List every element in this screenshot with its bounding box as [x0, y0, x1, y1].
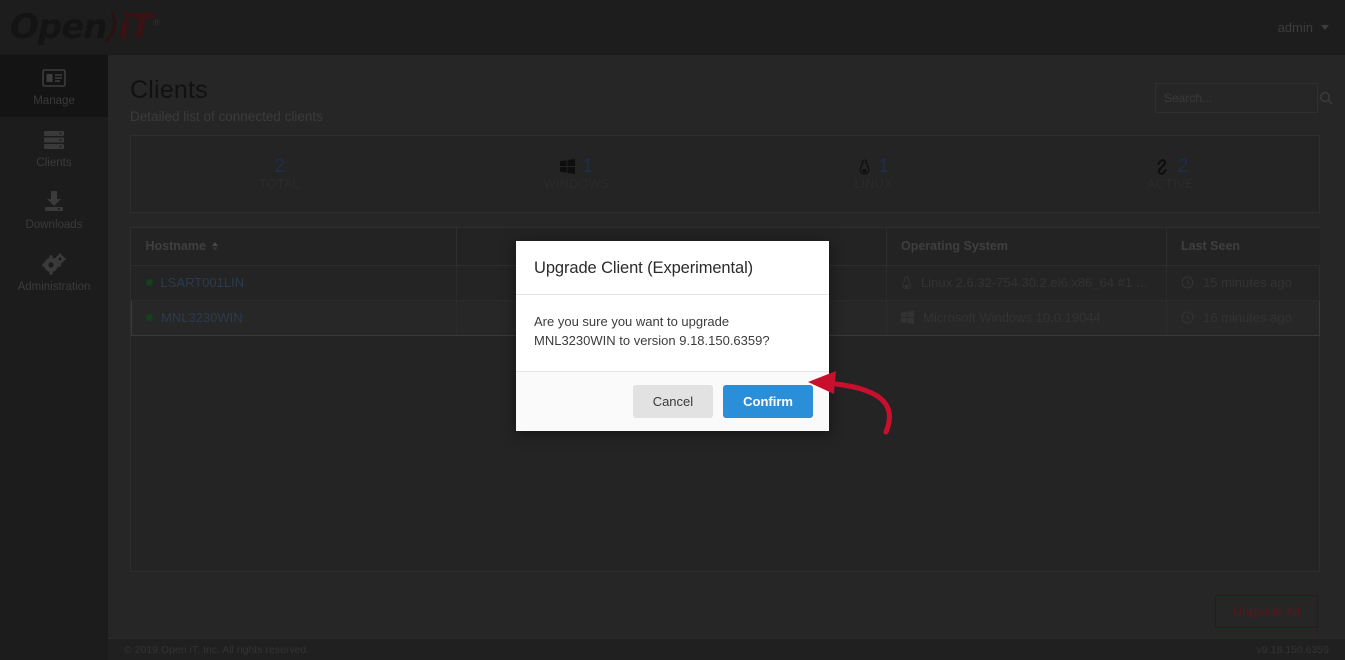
sidebar-item-downloads[interactable]: Downloads: [0, 179, 108, 241]
sidebar-item-label: Clients: [36, 156, 72, 169]
cell-operating-system: Linux 2.6.32-754.30.2.el6.x86_64 #1 SMP…: [886, 265, 1167, 301]
cancel-button[interactable]: Cancel: [632, 384, 714, 418]
clock-icon: [1181, 276, 1194, 289]
search-box[interactable]: [1155, 83, 1333, 113]
host-cell: MNL3230WIN: [146, 310, 442, 325]
cell-hostname[interactable]: LSART001LIN: [131, 265, 457, 301]
cell-hostname[interactable]: MNL3230WIN: [131, 299, 457, 336]
sort-arrows-icon[interactable]: [211, 242, 218, 252]
stat-label: ACTIVE: [1147, 177, 1194, 191]
stat-value-row: 2: [1153, 156, 1189, 177]
stats-summary-card: 2 TOTAL 1 WINDOWS 1 LINUX 2 ACTIVE: [130, 135, 1320, 213]
stat-windows: 1 WINDOWS: [428, 136, 725, 212]
cell-last-seen: 15 minutes ago: [1166, 265, 1320, 301]
openit-logo[interactable]: Open)iT®: [10, 6, 162, 48]
column-header-operating-system[interactable]: Operating System: [886, 228, 1167, 266]
footer-copyright: © 2019 Open iT, Inc. All rights reserved…: [124, 643, 310, 656]
page-subtitle: Detailed list of connected clients: [130, 108, 323, 124]
last-seen-text: 16 minutes ago: [1203, 310, 1292, 325]
upgrade-client-dialog: Upgrade Client (Experimental) Are you su…: [516, 241, 829, 431]
host-cell: LSART001LIN: [145, 275, 443, 290]
search-input[interactable]: [1164, 91, 1319, 105]
logo-registered-mark: ®: [151, 17, 162, 29]
dialog-header: Upgrade Client (Experimental): [516, 241, 829, 295]
server-stack-icon: [41, 128, 67, 152]
column-label: Operating System: [901, 239, 1008, 254]
cell-last-seen: 16 minutes ago: [1166, 299, 1320, 336]
dialog-message: Are you sure you want to upgrade MNL3230…: [534, 314, 770, 348]
column-header-last-seen[interactable]: Last Seen: [1166, 228, 1320, 266]
dialog-title: Upgrade Client (Experimental): [534, 259, 754, 277]
id-card-icon: [41, 66, 67, 90]
windows-icon: [560, 159, 576, 174]
logo-text: Open)iT®: [10, 7, 162, 47]
os-cell: Microsoft Windows 10.0.19044: [901, 310, 1152, 325]
dialog-footer: Cancel Confirm: [516, 370, 829, 431]
stat-label: WINDOWS: [543, 177, 610, 191]
top-bar: Open)iT® admin: [0, 0, 1345, 55]
logo-it: iT: [118, 7, 153, 47]
sidebar-item-manage[interactable]: Manage: [0, 55, 108, 117]
clock-icon: [1181, 311, 1194, 324]
stat-value: 1: [582, 156, 593, 177]
status-online-dot-icon: [146, 314, 153, 321]
upgrade-all-button[interactable]: Upgrade All: [1214, 595, 1318, 628]
hostname-link[interactable]: MNL3230WIN: [161, 310, 243, 325]
download-icon: [41, 190, 67, 214]
os-text: Microsoft Windows 10.0.19044: [923, 310, 1101, 325]
user-menu-label: admin: [1277, 20, 1313, 35]
os-text: Linux 2.6.32-754.30.2.el6.x86_64 #1 SMP…: [921, 275, 1152, 290]
footer-bar: © 2019 Open iT, Inc. All rights reserved…: [108, 638, 1345, 660]
logo-paren: ): [106, 7, 120, 47]
user-menu[interactable]: admin: [1278, 0, 1329, 55]
status-online-dot-icon: [145, 279, 153, 286]
stat-value-row: 1: [560, 157, 593, 176]
stat-label: TOTAL: [259, 177, 300, 191]
sidebar-item-clients[interactable]: Clients: [0, 117, 108, 179]
stat-value: 1: [878, 156, 889, 177]
gears-icon: [41, 252, 67, 276]
stat-linux: 1 LINUX: [725, 136, 1022, 212]
stat-active: 2 ACTIVE: [1022, 136, 1319, 212]
stat-label: LINUX: [854, 177, 893, 191]
column-label: Hostname: [145, 239, 206, 254]
stat-value-row: 2: [274, 157, 285, 176]
sidebar: Manage Clients Downloads Administration: [0, 55, 108, 660]
last-seen-text: 15 minutes ago: [1203, 275, 1292, 290]
linux-penguin-icon: [858, 158, 871, 175]
hostname-link[interactable]: LSART001LIN: [161, 275, 245, 290]
logo-open: Open: [10, 7, 108, 47]
os-cell: Linux 2.6.32-754.30.2.el6.x86_64 #1 SMP…: [901, 275, 1152, 290]
linux-penguin-icon: [901, 276, 912, 290]
column-label: Last Seen: [1181, 239, 1241, 254]
sidebar-item-administration[interactable]: Administration: [0, 241, 108, 303]
sidebar-item-label: Manage: [33, 94, 75, 107]
cell-operating-system: Microsoft Windows 10.0.19044: [886, 299, 1167, 336]
stat-total: 2 TOTAL: [131, 136, 428, 212]
chevron-down-icon: [1321, 25, 1329, 30]
last-seen-cell: 15 minutes ago: [1181, 275, 1306, 290]
confirm-button[interactable]: Confirm: [723, 384, 813, 418]
sidebar-item-label: Downloads: [25, 218, 83, 231]
search-icon[interactable]: [1319, 91, 1333, 105]
windows-icon: [901, 311, 914, 324]
sidebar-item-label: Administration: [17, 280, 91, 293]
link-chain-icon: [1153, 158, 1171, 175]
app-window: Open)iT® admin Manage Clients Downloads …: [0, 0, 1345, 660]
column-header-hostname[interactable]: Hostname: [131, 228, 457, 266]
page-header: Clients Detailed list of connected clien…: [130, 76, 323, 124]
page-title: Clients: [130, 76, 208, 104]
footer-version: v9.18.150.6359: [1256, 643, 1329, 656]
stat-value: 2: [1177, 156, 1189, 177]
stat-value-row: 1: [858, 157, 889, 176]
last-seen-cell: 16 minutes ago: [1181, 310, 1305, 325]
stat-value: 2: [274, 156, 285, 177]
